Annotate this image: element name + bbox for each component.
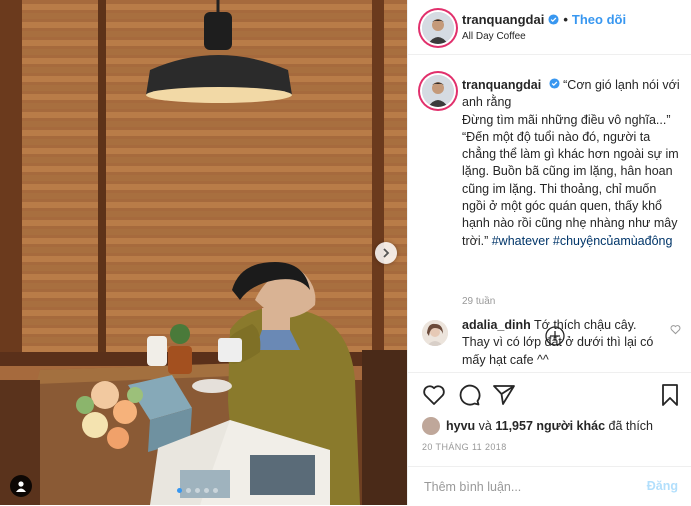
blind-slat	[0, 157, 407, 163]
comment-icon[interactable]	[457, 383, 481, 407]
liker-avatar[interactable]	[422, 417, 440, 435]
separator-dot: •	[563, 12, 568, 27]
blind-slat	[0, 265, 407, 271]
blind-slat	[0, 337, 407, 343]
add-comment-row: Đăng	[408, 466, 691, 506]
blind-slat	[0, 220, 407, 226]
hashtag-link[interactable]: #chuyệncủamùađông	[553, 234, 673, 248]
author-username[interactable]: tranquangdai	[462, 12, 544, 27]
likes-suffix: đã thích	[608, 419, 653, 433]
post-photo[interactable]	[0, 0, 407, 505]
blind-slat	[0, 13, 407, 19]
blind-slat	[0, 283, 407, 289]
verified-badge-icon	[549, 78, 560, 89]
follow-button[interactable]: Theo dõi	[572, 12, 626, 27]
commenter-avatar-image	[422, 320, 448, 346]
caption-age: 29 tuần	[462, 296, 496, 307]
blind-slat	[0, 211, 407, 217]
carousel-dot	[204, 488, 209, 493]
post-location[interactable]: All Day Coffee	[462, 31, 526, 42]
add-comment-input[interactable]	[422, 475, 626, 499]
blind-slat	[0, 238, 407, 244]
blind-slat	[0, 319, 407, 325]
blind-slat	[0, 229, 407, 235]
likes-summary: hyvu và 11,957 người khác đã thích	[422, 417, 653, 435]
commenter-username[interactable]: adalia_dinh	[462, 318, 531, 332]
blind-slat	[0, 184, 407, 190]
carousel-dot	[186, 488, 191, 493]
post-comment-button[interactable]: Đăng	[647, 479, 678, 493]
blind-slat	[0, 40, 407, 46]
author-username-row: tranquangdai • Theo dõi	[462, 12, 626, 27]
blind-slat	[0, 49, 407, 55]
caption-avatar-image	[422, 75, 454, 107]
blind-slat	[0, 121, 407, 127]
blind-slat	[0, 175, 407, 181]
hashtag-link[interactable]: #whatever	[492, 234, 550, 248]
caption-username[interactable]: tranquangdai	[462, 78, 541, 92]
blind-slat	[0, 4, 407, 10]
caption-line-2: Đừng tìm mãi những điều vô nghĩa...”	[462, 112, 671, 127]
heart-icon[interactable]	[422, 383, 446, 407]
carousel-dot	[195, 488, 200, 493]
comment-heart-icon[interactable]	[670, 324, 681, 335]
author-avatar[interactable]	[422, 12, 454, 44]
next-photo-button[interactable]	[375, 242, 397, 264]
blind-slat	[0, 166, 407, 172]
blind-slat	[0, 22, 407, 28]
blind-slat	[0, 193, 407, 199]
likes-connector: và	[478, 419, 492, 433]
carousel-dot	[213, 488, 218, 493]
blind-slat	[0, 112, 407, 118]
post-side-panel: tranquangdai • Theo dõi All Day Coffee t…	[407, 0, 691, 505]
post-actions: hyvu và 11,957 người khác đã thích 20 TH…	[408, 372, 691, 505]
liker-username[interactable]: hyvu	[446, 419, 475, 433]
instagram-post-modal: tranquangdai • Theo dõi All Day Coffee t…	[0, 0, 691, 505]
post-date[interactable]: 20 THÁNG 11 2018	[422, 442, 507, 452]
blind-slat	[0, 148, 407, 154]
likes-count[interactable]: 11,957 người khác	[495, 419, 605, 433]
blind-slat	[0, 301, 407, 307]
blind-slat	[0, 103, 407, 109]
blind-slat	[0, 310, 407, 316]
carousel-dot	[177, 488, 182, 493]
caption-line-3: “Đến một độ tuổi nào đó, người ta chẳng …	[462, 129, 679, 248]
verified-badge-icon	[548, 14, 559, 25]
blind-slat	[0, 256, 407, 262]
caption-text: tranquangdai “Cơn gió lạnh nói với anh r…	[462, 77, 680, 250]
commenter-avatar[interactable]	[422, 320, 448, 346]
comment-text: adalia_dinh Tớ thích chậu cây. Thay vì c…	[462, 317, 662, 369]
chevron-right-icon	[383, 248, 390, 258]
share-icon[interactable]	[492, 383, 516, 407]
post-header: tranquangdai • Theo dõi All Day Coffee	[408, 0, 691, 55]
blind-slat	[0, 139, 407, 145]
blind-slat	[0, 202, 407, 208]
blind-slat	[0, 274, 407, 280]
user-tag-button[interactable]	[10, 475, 32, 497]
author-avatar-image	[422, 12, 454, 44]
cafe-photo-illustration	[0, 0, 407, 505]
caption-author-avatar[interactable]	[422, 75, 454, 107]
blind-slat	[0, 292, 407, 298]
carousel-indicators	[177, 488, 218, 493]
blind-slat	[0, 130, 407, 136]
bookmark-icon[interactable]	[658, 383, 682, 407]
blind-slat	[0, 31, 407, 37]
user-tag-icon	[16, 481, 26, 492]
blind-slat	[0, 247, 407, 253]
blind-slat	[0, 328, 407, 334]
